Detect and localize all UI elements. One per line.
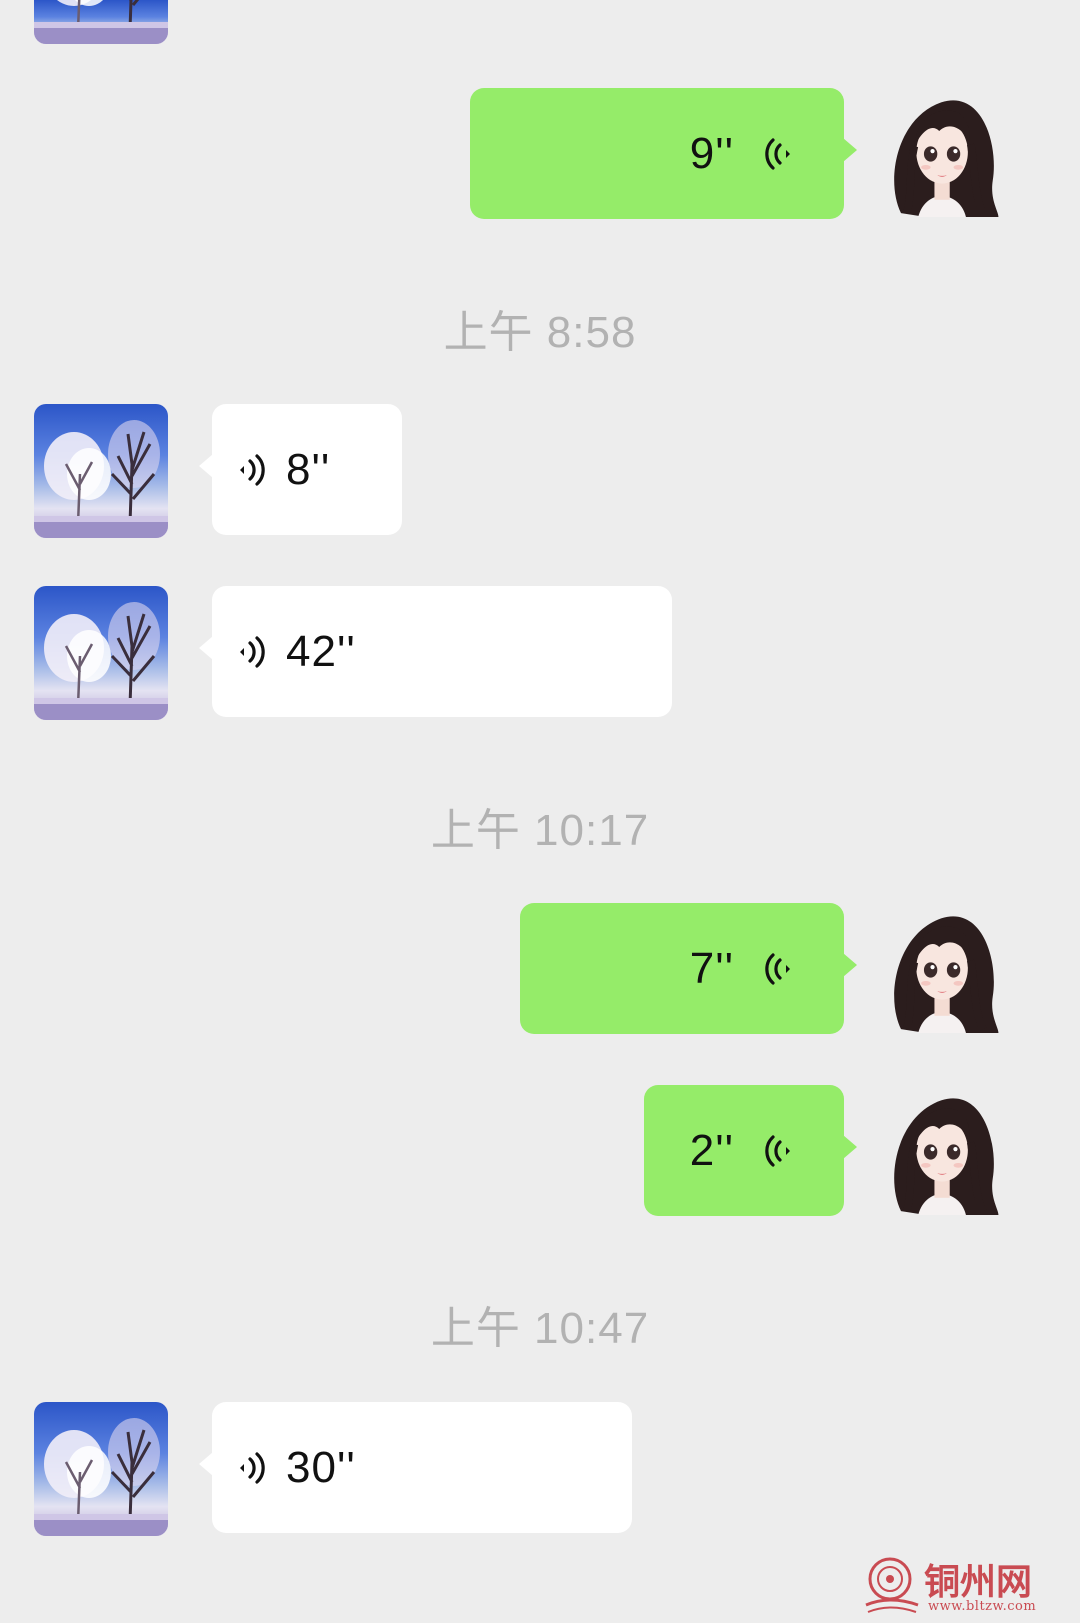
bubble-tail [199,1452,213,1476]
voice-message-sent[interactable]: 7'' [520,903,857,1034]
voice-wave-icon [764,1134,794,1168]
voice-duration: 30'' [286,1442,356,1492]
self-avatar[interactable] [880,902,1008,1036]
bubble-tail [199,636,213,660]
contact-avatar-partial[interactable] [34,0,168,44]
watermark-name: 铜州网 [924,1561,1033,1603]
voice-duration: 8'' [286,444,331,494]
voice-message-sent[interactable]: 9'' [470,88,857,219]
voice-message-received[interactable]: 8'' [199,404,402,535]
timestamp: 上午 8:58 [443,308,637,357]
voice-wave-icon [236,453,266,487]
bubble-tail [843,1135,857,1159]
voice-wave-icon [236,635,266,669]
watermark-logo-icon [865,1557,919,1613]
watermark-url: www.bltzw.com [928,1599,1037,1614]
voice-wave-icon [764,952,794,986]
contact-avatar[interactable] [34,1402,168,1536]
voice-message-received[interactable]: 30'' [199,1402,632,1533]
voice-duration: 2'' [689,1125,734,1175]
contact-avatar[interactable] [34,586,168,720]
self-avatar[interactable] [880,1084,1008,1218]
contact-avatar[interactable] [34,404,168,538]
voice-duration: 42'' [286,626,356,676]
bubble-tail [843,138,857,162]
voice-duration: 7'' [689,943,734,993]
voice-wave-icon [236,1451,266,1485]
bubble-tail [843,953,857,977]
voice-duration: 9'' [689,128,734,178]
voice-message-received[interactable]: 42'' [199,586,672,717]
timestamp: 上午 10:17 [430,806,650,855]
voice-wave-icon [764,137,794,171]
self-avatar[interactable] [880,86,1008,220]
site-watermark: 铜州网 www.bltzw.com [862,1553,1072,1617]
voice-message-sent[interactable]: 2'' [644,1085,857,1216]
timestamp: 上午 10:47 [430,1304,650,1353]
bubble-tail [199,454,213,478]
